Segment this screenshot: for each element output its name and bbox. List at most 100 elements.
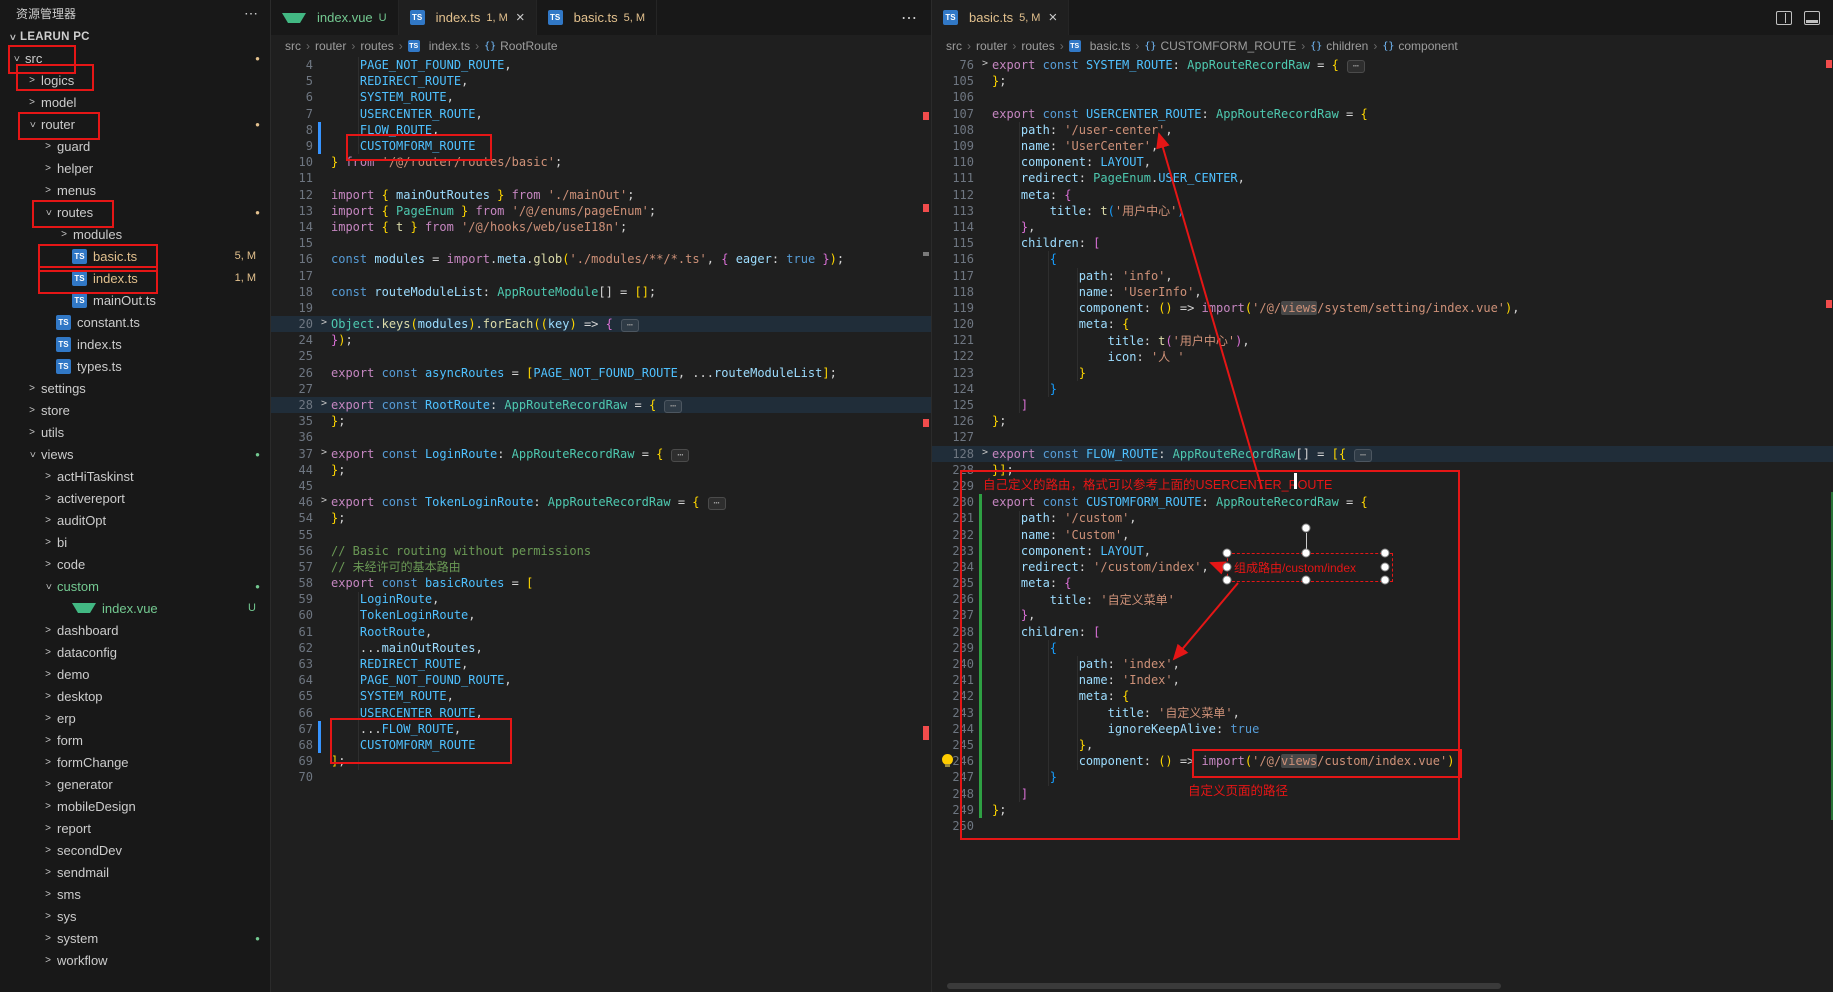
code-line-12[interactable]: 12import { mainOutRoutes } from './mainO… [271,187,931,203]
folded-region-badge[interactable]: ⋯ [1347,60,1365,73]
code-line-60[interactable]: 60 TokenLoginRoute, [271,607,931,623]
horizontal-scrollbar[interactable] [947,983,1501,989]
tree-item-demo[interactable]: >demo [0,663,270,685]
more-actions-icon[interactable]: ⋯ [901,8,917,28]
code-line-240[interactable]: 240 path: 'index', [932,656,1833,672]
tree-item-router[interactable]: >router● [0,113,270,135]
breadcrumb-item-children[interactable]: {}children [1310,39,1368,53]
tree-item-routes[interactable]: >routes● [0,201,270,223]
code-line-36[interactable]: 36 [271,429,931,445]
folded-region-badge[interactable]: ⋯ [621,319,639,332]
code-line-8[interactable]: 8 FLOW_ROUTE, [271,122,931,138]
code-line-234[interactable]: 234 redirect: '/custom/index', [932,559,1833,575]
tree-item-dataconfig[interactable]: >dataconfig [0,641,270,663]
code-line-44[interactable]: 44}; [271,462,931,478]
breadcrumb-item-component[interactable]: {}component [1382,39,1457,53]
tree-item-utils[interactable]: >utils [0,421,270,443]
code-line-123[interactable]: 123 } [932,365,1833,381]
code-line-76[interactable]: 76>export const SYSTEM_ROUTE: AppRouteRe… [932,57,1833,73]
tree-item-dashboard[interactable]: >dashboard [0,619,270,641]
tree-item-index.vue[interactable]: index.vueU [0,597,270,619]
tree-item-settings[interactable]: >settings [0,377,270,399]
breadcrumb-item-src[interactable]: src [946,39,962,53]
tree-item-custom[interactable]: >custom● [0,575,270,597]
workspace-section-header[interactable]: > LEARUN PC [0,26,270,48]
code-line-233[interactable]: 233 component: LAYOUT, [932,543,1833,559]
code-line-247[interactable]: 247 } [932,769,1833,785]
code-line-244[interactable]: 244 ignoreKeepAlive: true [932,721,1833,737]
code-line-14[interactable]: 14import { t } from '/@/hooks/web/useI18… [271,219,931,235]
code-line-122[interactable]: 122 icon: '人 ' [932,348,1833,364]
code-line-61[interactable]: 61 RootRoute, [271,624,931,640]
code-line-245[interactable]: 245 }, [932,737,1833,753]
code-line-35[interactable]: 35}; [271,413,931,429]
tree-item-sms[interactable]: >sms [0,883,270,905]
code-line-236[interactable]: 236 title: '自定义菜单' [932,591,1833,607]
tab-basic.ts[interactable]: TSbasic.ts5, M [537,0,657,35]
tab-index.vue[interactable]: index.vueU [271,0,399,35]
code-line-25[interactable]: 25 [271,348,931,364]
code-line-230[interactable]: 230export const CUSTOMFORM_ROUTE: AppRou… [932,494,1833,510]
close-icon[interactable]: × [516,9,525,26]
close-icon[interactable]: × [1048,9,1057,26]
tree-item-report[interactable]: >report [0,817,270,839]
tree-item-modules[interactable]: >modules [0,223,270,245]
code-line-7[interactable]: 7 USERCENTER_ROUTE, [271,106,931,122]
code-line-118[interactable]: 118 name: 'UserInfo', [932,284,1833,300]
code-line-126[interactable]: 126}; [932,413,1833,429]
breadcrumb-item-router[interactable]: router [315,39,346,53]
code-line-238[interactable]: 238 children: [ [932,624,1833,640]
breadcrumb-item-routes[interactable]: routes [1021,39,1054,53]
code-line-114[interactable]: 114 }, [932,219,1833,235]
customize-layout-icon[interactable] [1804,11,1820,25]
folded-region-badge[interactable]: ⋯ [664,400,682,413]
folded-region-badge[interactable]: ⋯ [708,497,726,510]
code-line-119[interactable]: 119 component: () => import('/@/views/sy… [932,300,1833,316]
tab-index.ts[interactable]: TSindex.ts1, M× [399,0,537,35]
code-line-105[interactable]: 105}; [932,73,1833,89]
code-line-62[interactable]: 62 ...mainOutRoutes, [271,640,931,656]
tree-item-index.ts[interactable]: TSindex.ts [0,333,270,355]
code-line-57[interactable]: 57// 未经许可的基本路由 [271,559,931,575]
code-line-116[interactable]: 116 { [932,251,1833,267]
tree-item-src[interactable]: >src● [0,47,270,69]
code-editor-index-ts[interactable]: 4 PAGE_NOT_FOUND_ROUTE,5 REDIRECT_ROUTE,… [271,57,931,992]
tree-item-desktop[interactable]: >desktop [0,685,270,707]
code-line-56[interactable]: 56// Basic routing without permissions [271,543,931,559]
code-line-24[interactable]: 24}); [271,332,931,348]
folded-region-badge[interactable]: ⋯ [671,449,689,462]
breadcrumb-item-basic.ts[interactable]: TSbasic.ts [1069,39,1131,53]
code-line-111[interactable]: 111 redirect: PageEnum.USER_CENTER, [932,170,1833,186]
code-line-113[interactable]: 113 title: t('用户中心') [932,203,1833,219]
tree-item-constant.ts[interactable]: TSconstant.ts [0,311,270,333]
code-line-246[interactable]: 246 component: () => import('/@/views/cu… [932,753,1833,769]
code-line-58[interactable]: 58export const basicRoutes = [ [271,575,931,591]
code-line-110[interactable]: 110 component: LAYOUT, [932,154,1833,170]
breadcrumb-item-router[interactable]: router [976,39,1007,53]
breadcrumb-item-index.ts[interactable]: TSindex.ts [408,39,470,53]
code-line-37[interactable]: 37>export const LoginRoute: AppRouteReco… [271,446,931,462]
code-line-239[interactable]: 239 { [932,640,1833,656]
tree-item-types.ts[interactable]: TStypes.ts [0,355,270,377]
code-line-232[interactable]: 232 name: 'Custom', [932,526,1833,542]
code-line-54[interactable]: 54}; [271,510,931,526]
code-line-248[interactable]: 248 ] [932,785,1833,801]
tree-item-system[interactable]: >system● [0,927,270,949]
tree-item-workflow[interactable]: >workflow [0,949,270,971]
code-line-4[interactable]: 4 PAGE_NOT_FOUND_ROUTE, [271,57,931,73]
code-line-64[interactable]: 64 PAGE_NOT_FOUND_ROUTE, [271,672,931,688]
code-line-68[interactable]: 68 CUSTOMFORM_ROUTE [271,737,931,753]
breadcrumb-item-routes[interactable]: routes [360,39,393,53]
tree-item-secondDev[interactable]: >secondDev [0,839,270,861]
code-line-237[interactable]: 237 }, [932,607,1833,623]
code-line-109[interactable]: 109 name: 'UserCenter', [932,138,1833,154]
code-line-117[interactable]: 117 path: 'info', [932,267,1833,283]
code-line-70[interactable]: 70 [271,769,931,785]
code-line-28[interactable]: 28>export const RootRoute: AppRouteRecor… [271,397,931,413]
tree-item-menus[interactable]: >menus [0,179,270,201]
code-line-65[interactable]: 65 SYSTEM_ROUTE, [271,688,931,704]
code-line-66[interactable]: 66 USERCENTER_ROUTE, [271,705,931,721]
tree-item-logics[interactable]: >logics [0,69,270,91]
tree-item-model[interactable]: >model [0,91,270,113]
tree-item-code[interactable]: >code [0,553,270,575]
